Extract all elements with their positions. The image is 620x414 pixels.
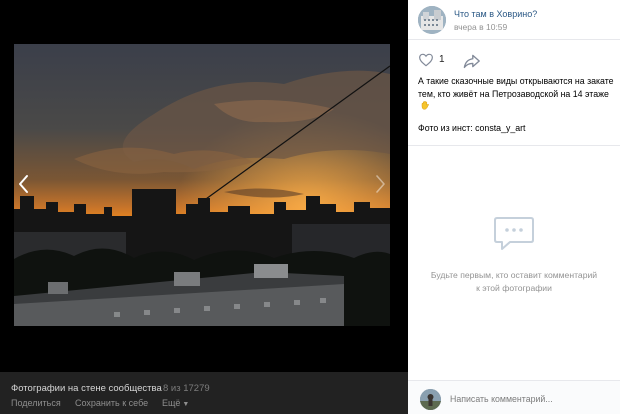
photo-image[interactable] — [14, 44, 390, 326]
chevron-down-icon: ▼ — [182, 401, 190, 408]
community-name-link[interactable]: Что там в Ховрино? — [454, 9, 537, 19]
user-avatar[interactable] — [420, 389, 441, 410]
album-title[interactable]: Фотографии на стене сообщества — [11, 383, 162, 394]
waving-hand-emoji-icon — [421, 101, 429, 110]
comments-area: Будьте первым, кто оставит комментарий к… — [408, 145, 620, 380]
photo-info-panel: Что там в Ховрино? вчера в 10:59 1 А так… — [408, 0, 620, 414]
photo-counter: 8 из 17279 — [163, 383, 210, 394]
no-comments-message: Будьте первым, кто оставит комментарий к… — [430, 270, 598, 293]
post-date[interactable]: вчера в 10:59 — [454, 22, 507, 32]
comment-composer — [408, 380, 620, 414]
post-actions: 1 — [408, 40, 620, 70]
more-actions-dropdown[interactable]: Ещё ▼ — [162, 398, 189, 408]
previous-photo-arrow-icon[interactable] — [14, 172, 34, 196]
sunset-photo — [14, 44, 390, 326]
like-count: 1 — [439, 54, 445, 65]
photo-source: Фото из инст: consta_y_art — [418, 123, 526, 133]
share-photo-link[interactable]: Поделиться — [11, 398, 61, 408]
speech-bubble-icon — [494, 217, 534, 250]
share-arrow-icon[interactable] — [462, 53, 482, 69]
photo-viewer: Фотографии на стене сообщества 8 из 1727… — [0, 0, 408, 414]
viewer-footer: Фотографии на стене сообщества 8 из 1727… — [0, 372, 408, 414]
caption-text: А такие сказочные виды открываются на за… — [418, 76, 614, 99]
next-photo-arrow-icon[interactable] — [370, 172, 390, 196]
community-avatar[interactable] — [418, 6, 446, 34]
save-photo-link[interactable]: Сохранить к себе — [75, 398, 148, 408]
heart-icon[interactable] — [418, 52, 434, 68]
comment-input[interactable] — [450, 391, 616, 407]
photo-caption: А такие сказочные виды открываются на за… — [418, 75, 616, 113]
more-actions-label: Ещё — [162, 398, 181, 408]
post-author: Что там в Ховрино? вчера в 10:59 — [408, 0, 620, 40]
